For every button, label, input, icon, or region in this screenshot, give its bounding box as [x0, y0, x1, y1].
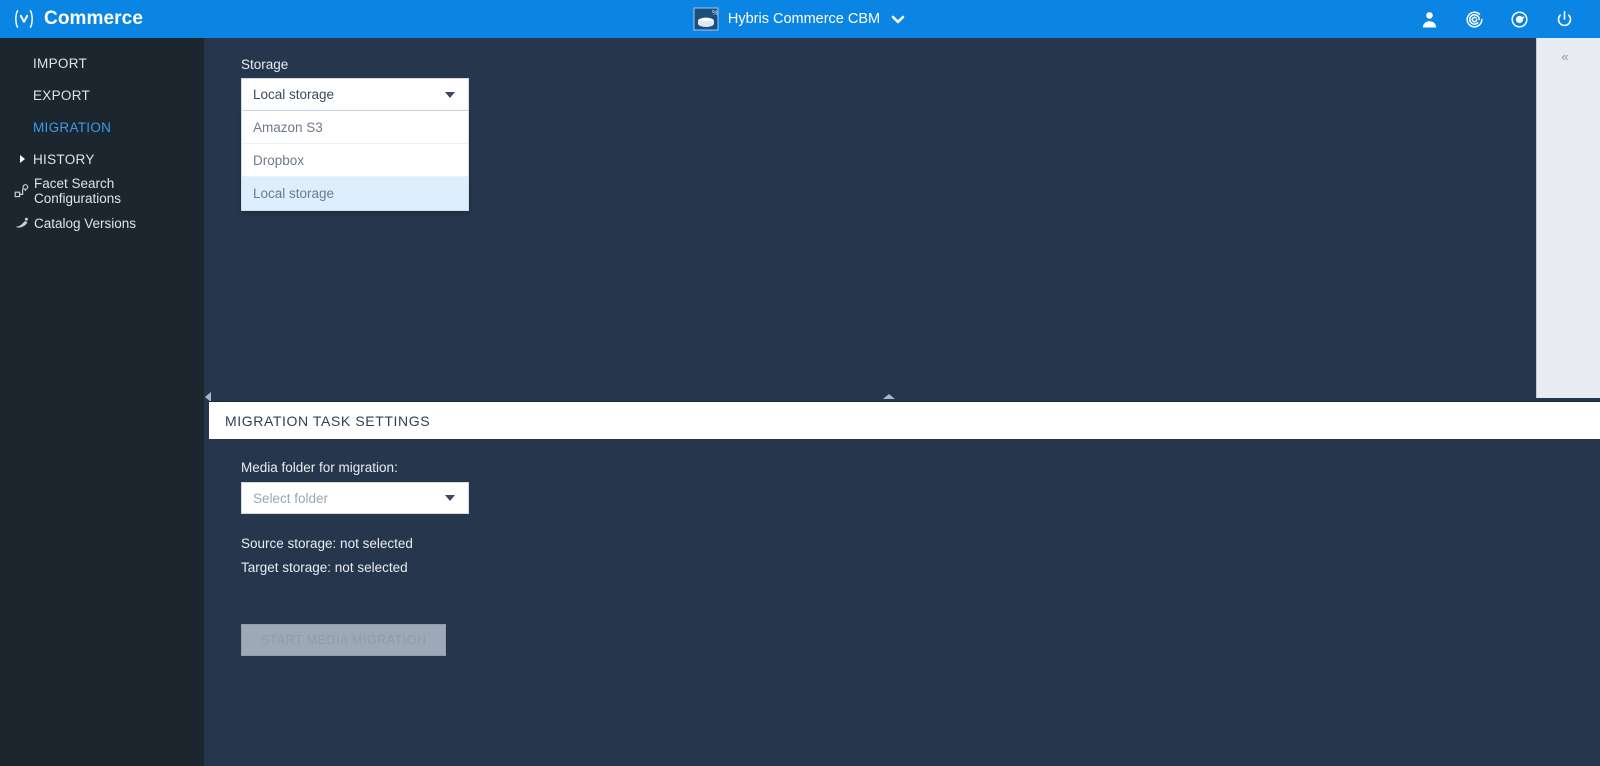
media-folder-select-value: Select folder	[253, 490, 329, 506]
top-bar: Commerce % Hybris Commerce CBM	[0, 0, 1600, 38]
sidebar: IMPORT EXPORT MIGRATION HISTORY Facet Se…	[0, 38, 204, 766]
right-side-panel: «	[1536, 38, 1600, 398]
start-media-migration-button[interactable]: START MEDIA MIGRATION	[241, 624, 446, 656]
sidebar-item-label: Catalog Versions	[34, 215, 137, 231]
sidebar-item-label: Facet Search Configurations	[34, 176, 122, 206]
splitter-collapse-handle[interactable]	[883, 394, 895, 399]
dropdown-caret-icon	[445, 495, 455, 501]
database-icon: %	[693, 7, 719, 31]
sidebar-item-label: MIGRATION	[33, 119, 112, 135]
app-root: Commerce % Hybris Commerce CBM IMPORT EX…	[0, 0, 1600, 766]
target-storage-status: Target storage: not selected	[241, 560, 408, 575]
start-media-migration-label: START MEDIA MIGRATION	[260, 633, 427, 647]
chevron-down-icon[interactable]	[889, 10, 907, 28]
facet-search-icon	[14, 183, 30, 199]
storage-option-local-storage[interactable]: Local storage	[242, 177, 468, 210]
dropdown-caret-icon	[445, 91, 455, 98]
media-folder-select[interactable]: Select folder	[241, 482, 469, 514]
storage-select-value: Local storage	[253, 87, 335, 102]
sidebar-item-migration[interactable]: MIGRATION	[0, 111, 204, 143]
user-icon[interactable]	[1420, 10, 1439, 29]
expand-arrow-icon[interactable]	[20, 155, 25, 163]
sidebar-item-export[interactable]: EXPORT	[0, 79, 204, 111]
sidebar-item-label: HISTORY	[33, 151, 95, 167]
storage-field-label: Storage	[241, 57, 289, 72]
media-folder-label: Media folder for migration:	[241, 460, 398, 475]
main-content-upper: Storage Local storage Amazon S3 Dropbox …	[204, 38, 1536, 398]
storage-option-label: Dropbox	[253, 152, 305, 168]
migration-task-settings-body: Media folder for migration: Select folde…	[204, 440, 1600, 766]
collapse-panel-icon[interactable]: «	[1555, 47, 1575, 65]
sidebar-item-facet-search-configurations[interactable]: Facet Search Configurations	[0, 175, 204, 207]
environment-label: Hybris Commerce CBM	[727, 11, 881, 27]
power-icon[interactable]	[1555, 10, 1574, 29]
catalog-versions-icon	[14, 215, 30, 231]
panel-title: MIGRATION TASK SETTINGS	[225, 412, 431, 429]
environment-selector[interactable]: % Hybris Commerce CBM	[0, 0, 1600, 38]
sidebar-item-label: EXPORT	[33, 87, 91, 103]
storage-option-amazon-s3[interactable]: Amazon S3	[242, 111, 468, 144]
sidebar-item-catalog-versions[interactable]: Catalog Versions	[0, 207, 204, 239]
source-storage-status: Source storage: not selected	[241, 536, 413, 551]
storage-option-dropbox[interactable]: Dropbox	[242, 144, 468, 177]
spiral-refresh-icon[interactable]	[1465, 10, 1484, 29]
sidebar-item-label: IMPORT	[33, 55, 88, 71]
svg-text:%: %	[712, 10, 718, 17]
sidebar-item-history[interactable]: HISTORY	[0, 143, 204, 175]
storage-select[interactable]: Local storage	[241, 78, 469, 111]
storage-dropdown-menu: Amazon S3 Dropbox Local storage	[241, 111, 469, 211]
storage-option-label: Amazon S3	[253, 119, 323, 135]
storage-option-label: Local storage	[253, 186, 335, 201]
sidebar-item-import[interactable]: IMPORT	[0, 47, 204, 79]
clock-icon[interactable]	[1510, 10, 1529, 29]
top-bar-actions	[1420, 0, 1574, 38]
migration-task-settings-header: MIGRATION TASK SETTINGS	[209, 401, 1600, 439]
